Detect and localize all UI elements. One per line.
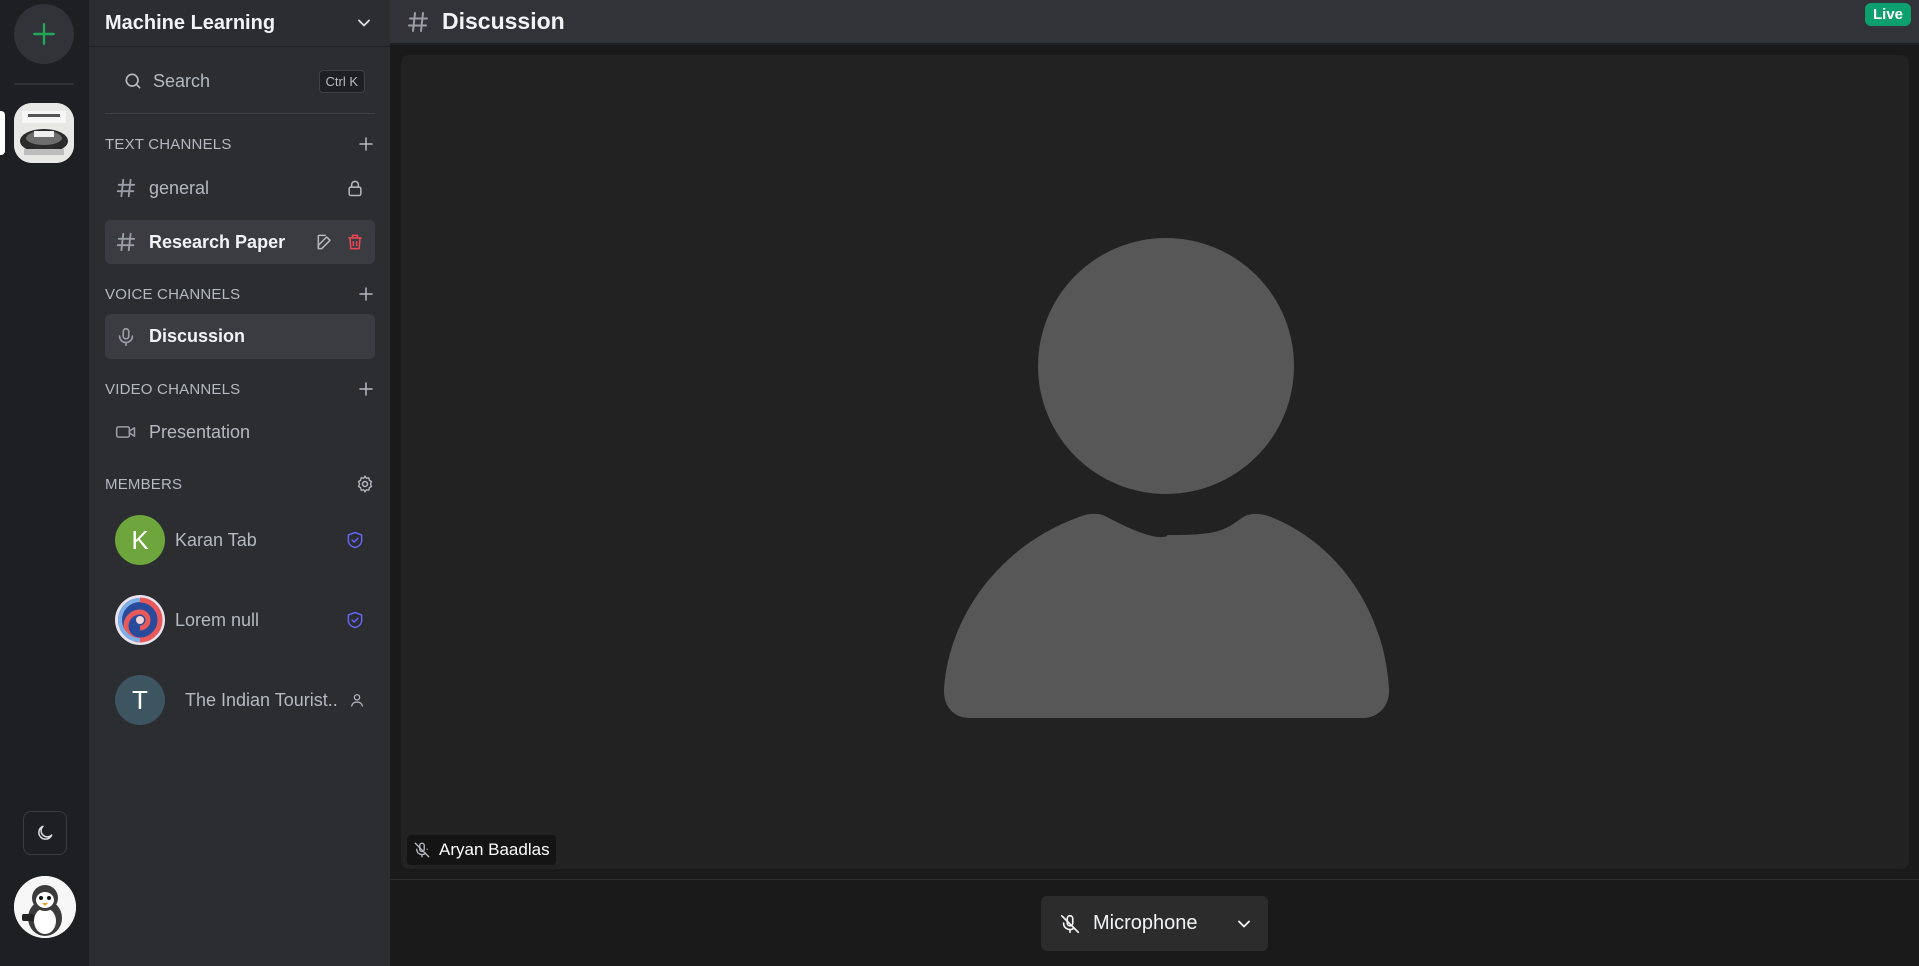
app-root: Machine Learning Search Ctrl K TEXT CHAN… <box>0 0 1919 966</box>
voice-channels-header: VOICE CHANNELS <box>105 282 375 306</box>
voice-channels-label: VOICE CHANNELS <box>105 285 241 303</box>
channel-label: general <box>149 177 210 198</box>
member-karan-tab[interactable]: K Karan Tab <box>105 512 375 568</box>
moon-icon <box>38 825 53 840</box>
channel-label: Discussion <box>149 326 246 346</box>
member-name: Lorem null <box>175 609 260 630</box>
avatar: T <box>115 675 165 725</box>
avatar <box>115 595 165 645</box>
divider <box>105 113 375 114</box>
mic-off-icon <box>414 842 430 858</box>
hash-icon <box>116 178 136 198</box>
server-icon-machine-learning[interactable] <box>14 103 74 163</box>
channel-sidebar: Machine Learning Search Ctrl K TEXT CHAN… <box>89 0 390 966</box>
search-label: Search <box>153 70 211 91</box>
active-server-indicator <box>0 111 5 155</box>
channel-research-paper[interactable]: Research Paper <box>105 220 375 264</box>
members-header: MEMBERS <box>105 472 375 496</box>
member-name: Karan Tab <box>175 529 257 550</box>
mic-icon <box>118 327 134 346</box>
search-button[interactable]: Search Ctrl K <box>105 62 375 100</box>
participant-name: Aryan Baadlas <box>439 840 550 859</box>
gear-icon[interactable] <box>355 474 375 494</box>
mic-off-icon <box>1060 914 1080 933</box>
add-voice-channel-icon[interactable] <box>357 285 375 303</box>
channel-presentation[interactable]: Presentation <box>105 410 375 454</box>
user-icon <box>351 694 363 707</box>
shield-check-icon <box>347 531 363 549</box>
channel-header: Discussion Live <box>390 0 1919 45</box>
penguin-avatar <box>14 876 76 938</box>
participant-tile[interactable]: Aryan Baadlas <box>401 55 1909 869</box>
hash-icon <box>408 11 428 32</box>
add-server-button[interactable] <box>14 4 74 64</box>
lock-icon <box>348 180 362 197</box>
member-name: The Indian Tourist.. <box>185 689 338 710</box>
chevron-down-icon[interactable] <box>1234 914 1254 934</box>
search-icon <box>125 73 141 89</box>
video-icon <box>115 426 136 438</box>
video-channels-header: VIDEO CHANNELS <box>105 377 375 401</box>
shield-check-icon <box>347 611 363 629</box>
microphone-label: Microphone <box>1093 912 1198 934</box>
member-lorem-null[interactable]: Lorem null <box>105 592 375 648</box>
server-header[interactable]: Machine Learning <box>89 0 390 47</box>
main-area: Discussion Live Aryan Baadlas Microphone <box>390 0 1919 966</box>
rail-separator <box>14 83 74 85</box>
delete-icon[interactable] <box>345 232 365 252</box>
server-name: Machine Learning <box>105 11 276 34</box>
members-label: MEMBERS <box>105 475 183 493</box>
text-channels-label: TEXT CHANNELS <box>105 135 232 153</box>
user-avatar[interactable] <box>14 876 76 938</box>
search-shortcut: Ctrl K <box>318 69 365 93</box>
member-the-indian-tourist[interactable]: T The Indian Tourist.. <box>105 672 375 728</box>
participant-name-tag: Aryan Baadlas <box>407 835 556 865</box>
channel-title: Discussion <box>442 8 565 34</box>
channel-label: Research Paper <box>149 231 286 252</box>
video-channels-label: VIDEO CHANNELS <box>105 380 241 398</box>
controls-divider <box>390 879 1919 880</box>
channel-label: Presentation <box>149 421 251 442</box>
server-rail <box>0 0 89 966</box>
participant-placeholder-icon <box>943 238 1390 718</box>
microphone-control[interactable]: Microphone <box>1041 896 1268 951</box>
plus-icon <box>33 23 55 45</box>
hash-icon <box>116 232 136 252</box>
add-text-channel-icon[interactable] <box>357 135 375 153</box>
theme-toggle-button[interactable] <box>23 811 67 855</box>
live-badge: Live <box>1864 3 1911 26</box>
add-video-channel-icon[interactable] <box>357 380 375 398</box>
chevron-down-icon <box>358 19 370 27</box>
text-channels-header: TEXT CHANNELS <box>105 132 375 156</box>
channel-discussion[interactable]: Discussion <box>105 314 375 359</box>
edit-icon[interactable] <box>315 232 335 252</box>
avatar: K <box>115 515 165 565</box>
channel-general[interactable]: general <box>105 166 375 210</box>
